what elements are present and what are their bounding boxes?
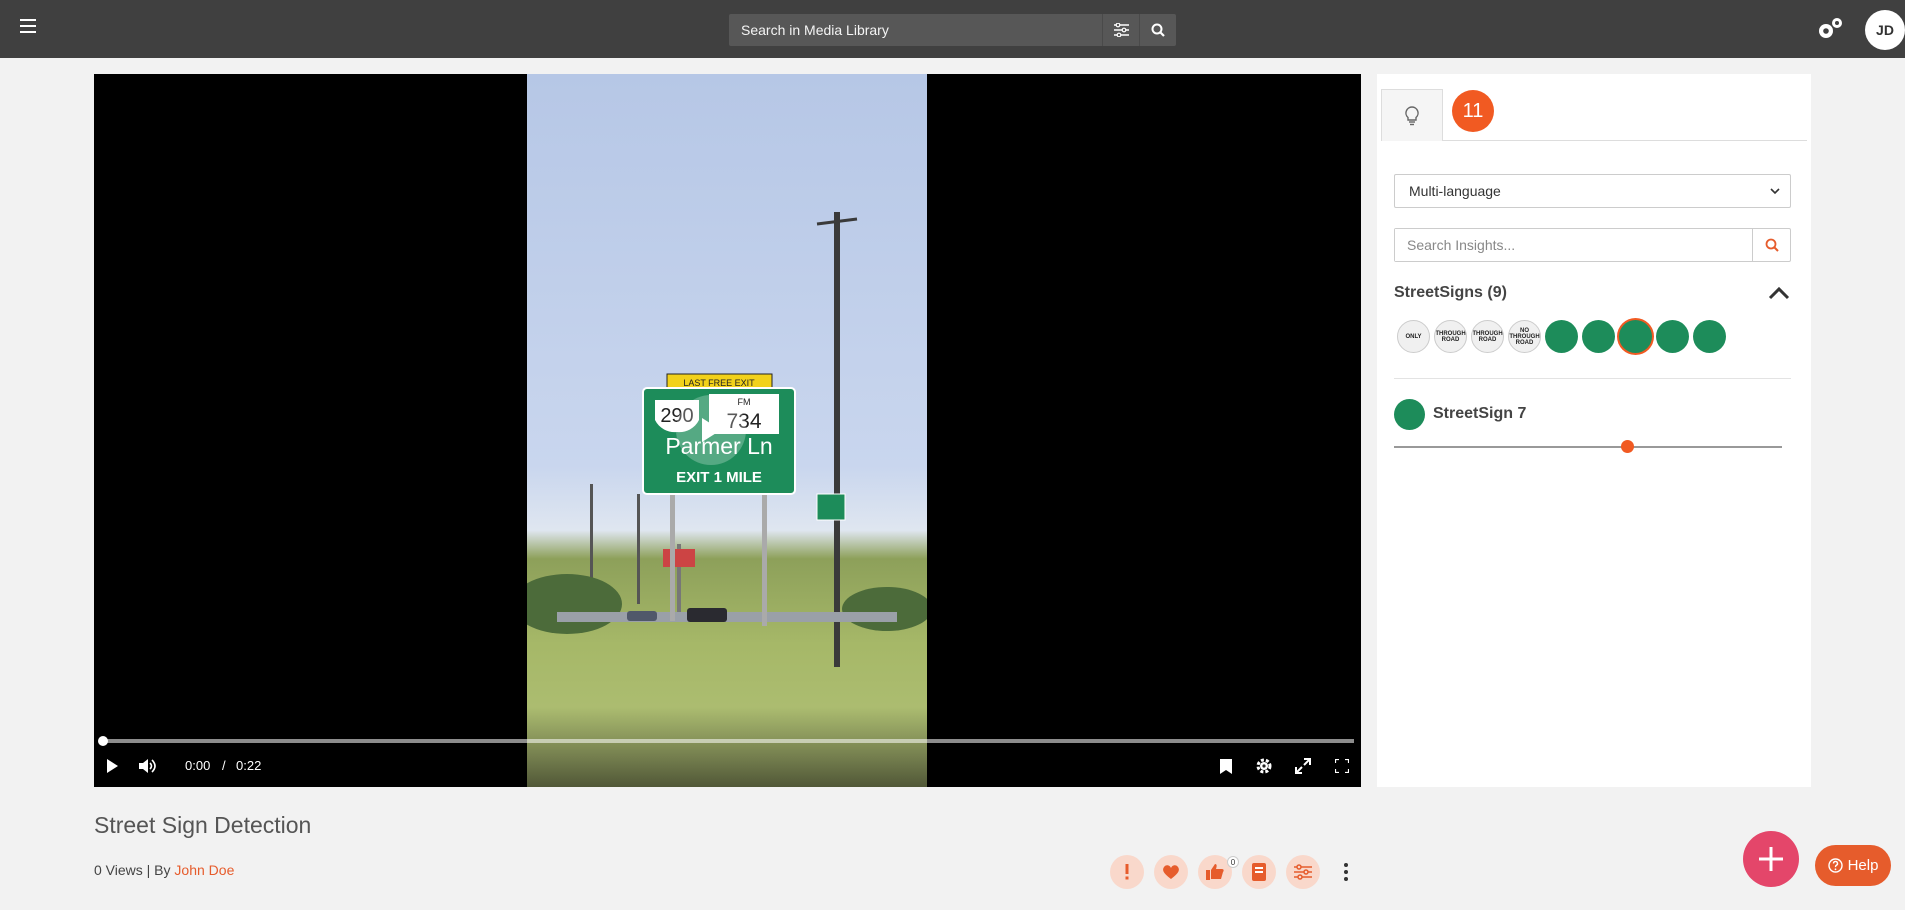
language-select[interactable]: Multi-language (1394, 174, 1791, 208)
insights-search (1394, 228, 1791, 262)
streetsign-thumb-3[interactable]: THROUGH ROAD (1471, 320, 1504, 353)
views-text: 0 Views | By (94, 862, 171, 878)
chevron-down-icon (1770, 188, 1780, 195)
big-play-button[interactable] (676, 395, 746, 465)
video-player[interactable]: Parmer Ln EXIT 1 MILE LAST FREE EXIT 290… (94, 74, 1361, 787)
slider-knob[interactable] (1620, 440, 1634, 453)
media-meta: 0 Views | By John Doe (94, 862, 234, 878)
avatar[interactable]: JD (1865, 10, 1905, 50)
insights-count-badge[interactable]: 11 (1452, 90, 1494, 132)
add-button[interactable] (1743, 831, 1799, 887)
language-select-value: Multi-language (1409, 183, 1501, 199)
tab-insights[interactable] (1381, 89, 1443, 141)
streetsign-thumb-1[interactable]: ONLY (1397, 320, 1430, 353)
insights-search-input[interactable] (1395, 229, 1754, 261)
sign-exit: EXIT 1 MILE (676, 469, 762, 486)
streetsign-thumb-7[interactable] (1619, 320, 1652, 353)
help-label: Help (1847, 857, 1879, 874)
menu-icon[interactable] (20, 19, 36, 37)
section-divider (1394, 378, 1791, 379)
streetsign-thumb-8[interactable] (1656, 320, 1689, 353)
media-search-input[interactable] (729, 14, 1102, 46)
expand-icon[interactable] (1289, 753, 1317, 779)
bookmark-icon[interactable] (1212, 753, 1240, 779)
appearance-slider[interactable] (1394, 440, 1782, 453)
streetsign-thumbnails: ONLY THROUGH ROAD THROUGH ROAD NO THROUGH R… (1397, 320, 1726, 353)
streetsign-thumb-6[interactable] (1582, 320, 1615, 353)
controls-shade (94, 707, 1361, 787)
tab-divider (1381, 140, 1807, 141)
like-count-badge: 0 (1227, 856, 1239, 868)
duration: 0:22 (236, 758, 262, 773)
top-bar: JD (0, 0, 1905, 58)
streetsign-thumb-9[interactable] (1693, 320, 1726, 353)
insights-panel: 11 Multi-language StreetSigns (9) ONLYTH… (1377, 74, 1811, 787)
sign-banner: LAST FREE EXIT (683, 378, 755, 388)
streetsign-thumb-2[interactable]: THROUGH ROAD (1434, 320, 1467, 353)
selected-streetsign-name: StreetSign 7 (1433, 405, 1527, 422)
plus-icon (1759, 847, 1783, 871)
streetsigns-section-title: StreetSigns (9) (1394, 284, 1507, 301)
filter-icon[interactable] (1102, 14, 1139, 46)
notes-button[interactable] (1242, 855, 1276, 889)
more-options-icon[interactable] (1336, 861, 1356, 883)
settings-gears-icon[interactable] (1816, 16, 1844, 42)
fullscreen-icon[interactable] (1328, 753, 1356, 779)
report-button[interactable] (1110, 855, 1144, 889)
video-progress-bar[interactable] (98, 736, 1354, 746)
progress-knob[interactable] (98, 736, 108, 746)
media-title: Street Sign Detection (94, 812, 312, 838)
current-time: 0:00 (185, 758, 211, 773)
streetsign-thumb-4[interactable]: NO THROUGH ROAD (1508, 320, 1541, 353)
time-separator: / (222, 758, 226, 773)
media-search (729, 14, 1176, 46)
search-icon[interactable] (1139, 14, 1176, 46)
favorite-button[interactable] (1154, 855, 1188, 889)
sign-route-fm-label: FM (738, 397, 751, 407)
streetsign-thumb-5[interactable] (1545, 320, 1578, 353)
chevron-up-icon[interactable] (1767, 282, 1791, 304)
help-button[interactable]: Help (1815, 845, 1891, 886)
adjust-button[interactable] (1286, 855, 1320, 889)
author-link[interactable]: John Doe (174, 862, 234, 878)
player-settings-icon[interactable] (1250, 753, 1278, 779)
question-icon (1827, 858, 1843, 873)
lightbulb-icon (1405, 105, 1419, 125)
selected-streetsign-thumb (1394, 399, 1425, 430)
volume-icon[interactable] (134, 753, 162, 779)
play-icon[interactable] (98, 753, 126, 779)
insights-search-icon[interactable] (1752, 229, 1790, 261)
